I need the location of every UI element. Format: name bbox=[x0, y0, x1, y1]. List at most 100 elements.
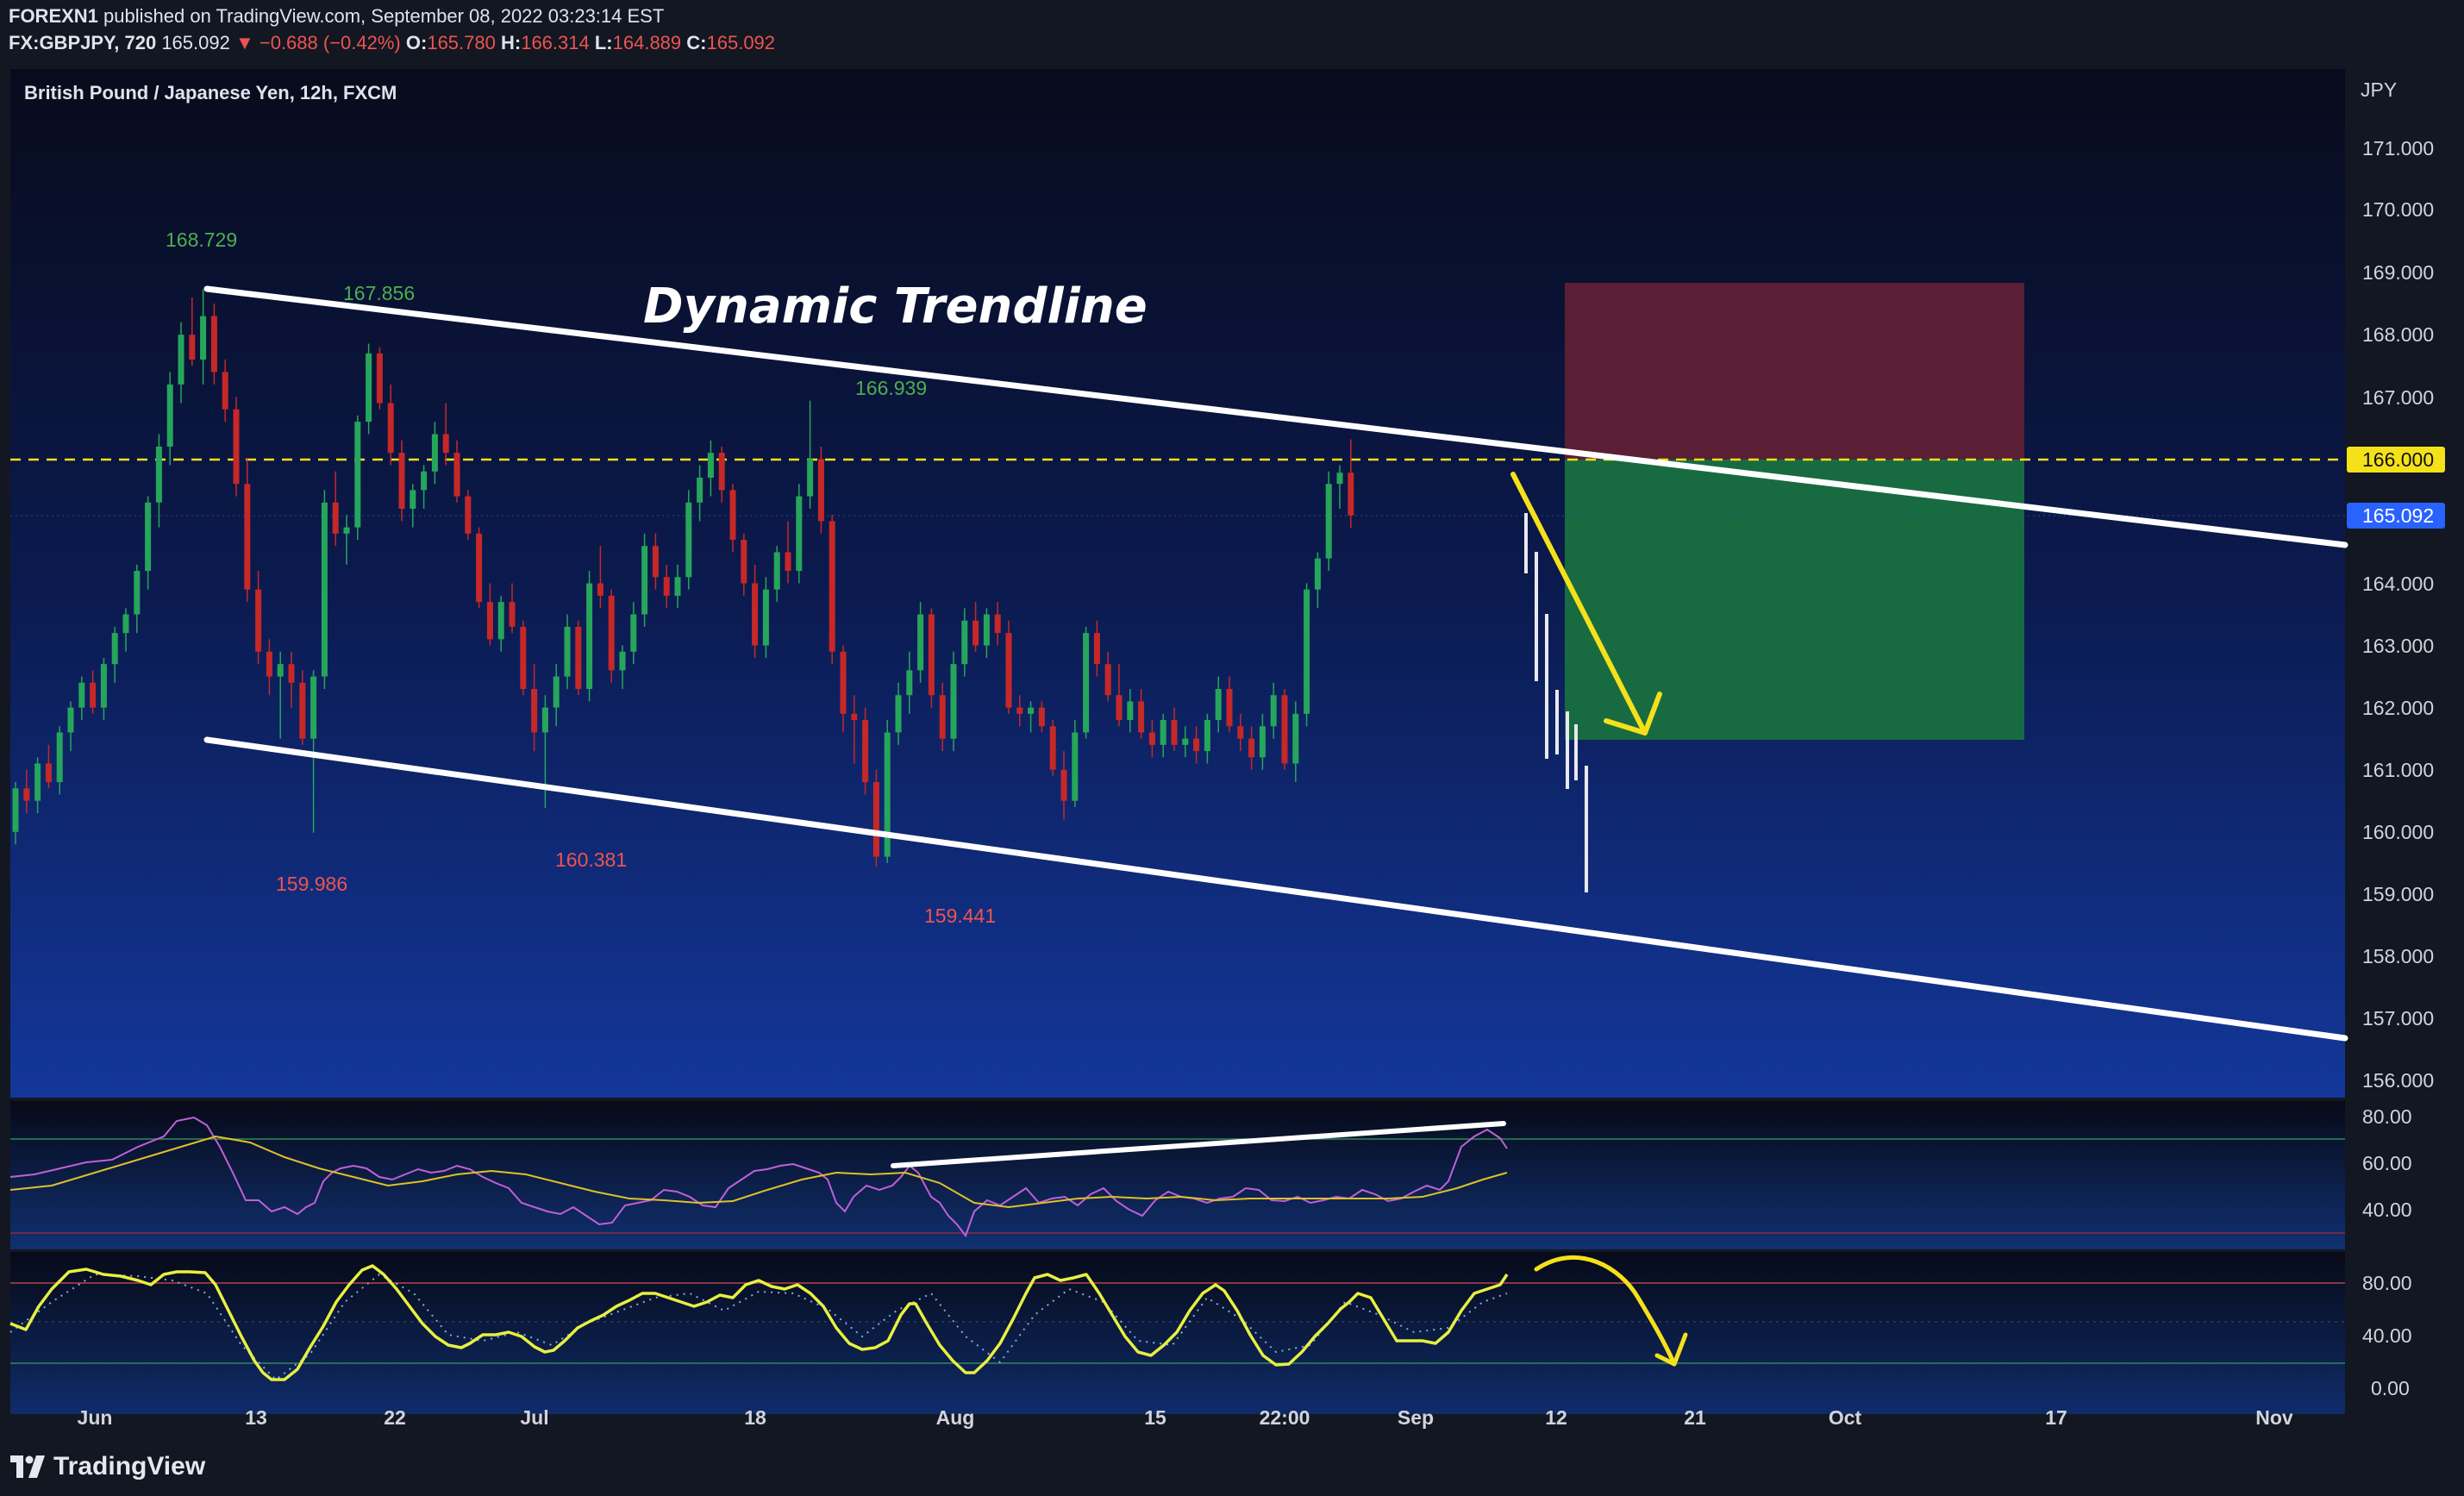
price-tick: 156.000 bbox=[2362, 1069, 2434, 1092]
candle-body bbox=[1193, 738, 1200, 752]
stop-loss-zone bbox=[1565, 283, 2024, 460]
candle-body bbox=[652, 546, 659, 578]
candle-body bbox=[939, 695, 946, 739]
candle-body bbox=[1171, 720, 1178, 745]
price-tick: 161.000 bbox=[2362, 759, 2434, 781]
peak-label-2: 167.856 bbox=[343, 282, 415, 304]
candle-body bbox=[829, 521, 835, 652]
candle-body bbox=[1049, 726, 1056, 770]
candle-body bbox=[277, 664, 284, 677]
candle-body bbox=[531, 689, 538, 733]
candle-body bbox=[1083, 633, 1090, 733]
price-tick: 163.000 bbox=[2362, 635, 2434, 657]
candle-body bbox=[1215, 689, 1222, 721]
stoch-tick: 80.00 bbox=[2362, 1272, 2412, 1294]
candle-body bbox=[641, 546, 648, 615]
candle-body bbox=[421, 471, 428, 491]
price-tick: 170.000 bbox=[2362, 198, 2434, 221]
price-tick: 162.000 bbox=[2362, 697, 2434, 719]
time-tick: 22:00 bbox=[1260, 1406, 1310, 1429]
candle-body bbox=[453, 453, 460, 497]
symbol-name[interactable]: FX:GBPJPY, 720 bbox=[9, 32, 156, 53]
rsi-axis-labels: 80.00 60.00 40.00 bbox=[2362, 1105, 2412, 1221]
candle-body bbox=[1281, 695, 1288, 764]
candle-body bbox=[34, 763, 41, 801]
candle-body bbox=[1060, 769, 1067, 801]
price-change: ▼ −0.688 (−0.42%) bbox=[235, 32, 401, 53]
candle-body bbox=[1127, 701, 1134, 721]
price-tick: 164.000 bbox=[2362, 573, 2434, 595]
candle-body bbox=[1336, 473, 1343, 485]
candle-body bbox=[1304, 589, 1310, 714]
candle-body bbox=[465, 496, 472, 534]
last-price-badge-text: 165.092 bbox=[2362, 504, 2434, 527]
candle-body bbox=[773, 552, 780, 590]
candle-body bbox=[1292, 713, 1299, 764]
rsi-tick: 40.00 bbox=[2362, 1199, 2412, 1221]
candle-body bbox=[100, 664, 107, 708]
peak-label-1: 168.729 bbox=[166, 228, 237, 251]
candle-body bbox=[431, 434, 438, 472]
annotation-title[interactable]: Dynamic Trendline bbox=[643, 279, 1148, 335]
rsi-pane[interactable] bbox=[10, 1101, 2345, 1249]
candle-body bbox=[840, 651, 847, 714]
candle-body bbox=[23, 788, 30, 801]
candle-body bbox=[486, 602, 493, 640]
candle-body bbox=[872, 782, 879, 857]
tradingview-logo-icon bbox=[10, 1455, 45, 1478]
candle-body bbox=[608, 595, 615, 671]
candle-body bbox=[200, 316, 207, 360]
candle-body bbox=[1259, 726, 1266, 758]
price-tick: 157.000 bbox=[2362, 1007, 2434, 1030]
candle-body bbox=[586, 583, 593, 690]
chart-legend-title[interactable]: British Pound / Japanese Yen, 12h, FXCM bbox=[24, 82, 397, 103]
open-value: 165.780 bbox=[427, 32, 496, 53]
candle-body bbox=[1016, 707, 1023, 714]
candle-body bbox=[166, 384, 173, 447]
candle-body bbox=[983, 614, 990, 646]
time-tick: 12 bbox=[1545, 1406, 1567, 1429]
candle-body bbox=[354, 422, 361, 528]
candle-body bbox=[210, 316, 217, 372]
time-axis[interactable] bbox=[10, 1414, 2464, 1436]
candle-body bbox=[398, 453, 405, 510]
high-label: H: bbox=[500, 32, 522, 53]
candle-body bbox=[762, 589, 769, 646]
candle-body bbox=[1038, 707, 1045, 727]
price-tick: 168.000 bbox=[2362, 323, 2434, 346]
low-value: 164.889 bbox=[612, 32, 682, 53]
candle-body bbox=[299, 682, 306, 739]
candle-body bbox=[928, 614, 935, 696]
time-tick: 22 bbox=[384, 1406, 406, 1429]
candle-body bbox=[729, 490, 736, 541]
candle-body bbox=[520, 626, 527, 690]
rsi-tick: 60.00 bbox=[2362, 1152, 2412, 1174]
candle-body bbox=[541, 707, 548, 733]
price-tick: 158.000 bbox=[2362, 945, 2434, 967]
publisher-name[interactable]: FOREXN1 bbox=[9, 5, 98, 27]
candle-body bbox=[56, 732, 63, 783]
tradingview-logo[interactable]: TradingView bbox=[10, 1452, 205, 1481]
candle-body bbox=[972, 620, 979, 646]
take-profit-zone bbox=[1565, 460, 2024, 740]
symbol-line: FX:GBPJPY, 720 165.092 ▼ −0.688 (−0.42%)… bbox=[9, 34, 775, 53]
candle-body bbox=[685, 502, 692, 578]
candle-body bbox=[67, 707, 74, 733]
candle-body bbox=[1072, 732, 1079, 801]
candle-body bbox=[1348, 473, 1354, 516]
low-label: L: bbox=[594, 32, 613, 53]
candle-body bbox=[12, 788, 19, 832]
time-tick: 15 bbox=[1144, 1406, 1166, 1429]
chart-canvas[interactable]: Dynamic Trendline 168.729 167.856 166.93… bbox=[0, 0, 2464, 1496]
level-price-badge-text: 166.000 bbox=[2362, 448, 2434, 471]
trough-label-2: 160.381 bbox=[555, 848, 627, 871]
candle-body bbox=[817, 459, 824, 522]
candle-body bbox=[134, 571, 141, 615]
candle-body bbox=[597, 583, 603, 596]
candle-body bbox=[1314, 558, 1321, 590]
rsi-tick: 80.00 bbox=[2362, 1105, 2412, 1128]
candle-body bbox=[553, 676, 560, 708]
tradingview-logo-text: TradingView bbox=[53, 1452, 206, 1480]
candle-body bbox=[619, 651, 626, 671]
stoch-tick: 0.00 bbox=[2371, 1377, 2410, 1399]
